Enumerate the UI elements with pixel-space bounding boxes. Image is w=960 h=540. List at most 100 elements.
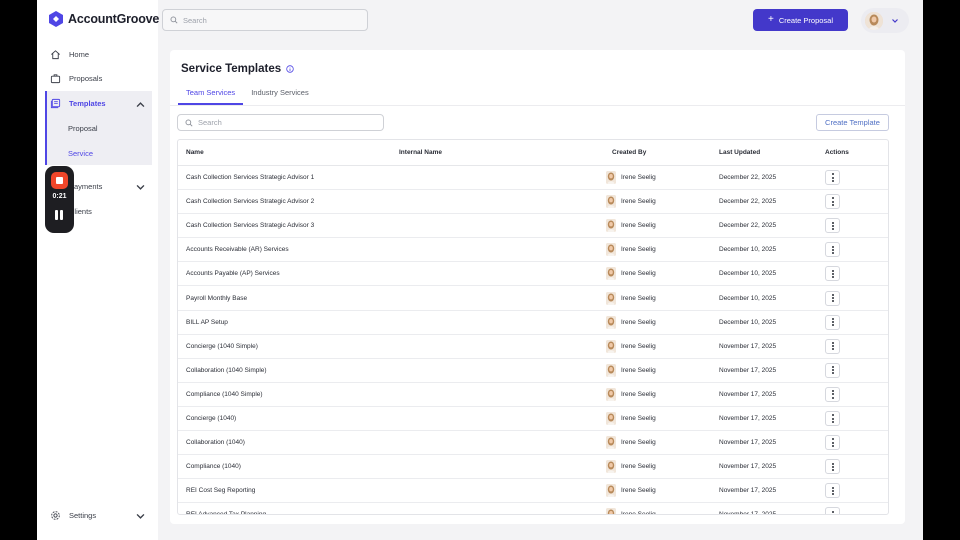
created-by: Irene Seelig xyxy=(606,484,656,498)
avatar xyxy=(606,484,616,498)
table-row[interactable]: REI Cost Seg Reporting Irene Seelig Novemb… xyxy=(178,479,888,504)
sidebar-item-label: Settings xyxy=(69,510,97,520)
creator-name: Irene Seelig xyxy=(621,318,656,326)
avatar xyxy=(606,339,616,353)
row-actions-button[interactable] xyxy=(825,242,840,258)
template-name[interactable]: BILL AP Setup xyxy=(186,319,228,326)
create-proposal-button[interactable]: + Create Proposal xyxy=(753,9,848,31)
sidebar-item-label: Proposals xyxy=(69,73,103,83)
template-name[interactable]: Cash Collection Services Strategic Advis… xyxy=(186,174,314,181)
template-name[interactable]: Compliance (1040) xyxy=(186,463,241,470)
create-template-button[interactable]: Create Template xyxy=(816,114,889,131)
last-updated: December 10, 2025 xyxy=(719,270,777,278)
sidebar-item-settings[interactable]: Settings xyxy=(46,503,152,527)
kebab-icon xyxy=(831,197,834,200)
row-actions-button[interactable] xyxy=(825,218,840,234)
last-updated: November 17, 2025 xyxy=(719,342,777,350)
logo[interactable]: AccountGroove xyxy=(49,11,159,27)
stop-recording-button[interactable] xyxy=(51,172,68,189)
table-row[interactable]: Concierge (1040 Simple) Irene Seelig Novem… xyxy=(178,335,888,359)
sidebar-subitem-service[interactable]: Service xyxy=(68,149,93,158)
logo-icon xyxy=(49,11,63,27)
template-name[interactable]: Accounts Payable (AP) Services xyxy=(186,270,280,277)
template-name[interactable]: Concierge (1040 Simple) xyxy=(186,343,258,350)
tab-team-services[interactable]: Team Services xyxy=(178,83,244,105)
row-actions-button[interactable] xyxy=(825,290,840,306)
row-actions-button[interactable] xyxy=(825,507,840,514)
row-actions-button[interactable] xyxy=(825,435,840,451)
template-name[interactable]: Cash Collection Services Strategic Advis… xyxy=(186,198,314,205)
table-row[interactable]: Collaboration (1040 Simple) Irene Seelig N… xyxy=(178,359,888,383)
sidebar-item-home[interactable]: Home xyxy=(46,42,152,66)
avatar xyxy=(606,171,616,184)
info-icon[interactable] xyxy=(286,65,294,73)
table-row[interactable]: Cash Collection Services Strategic Advis… xyxy=(178,166,888,190)
row-actions-button[interactable] xyxy=(825,194,840,210)
kebab-icon xyxy=(831,390,834,393)
created-by: Irene Seelig xyxy=(606,171,656,184)
row-actions-button[interactable] xyxy=(825,314,840,330)
search-icon xyxy=(170,16,178,24)
kebab-icon xyxy=(831,221,834,224)
row-actions-button[interactable] xyxy=(825,338,840,354)
template-name[interactable]: Cash Collection Services Strategic Advis… xyxy=(186,222,314,229)
row-actions-button[interactable] xyxy=(825,459,840,475)
kebab-icon xyxy=(831,342,834,344)
column-header-name[interactable]: Name xyxy=(186,149,204,156)
table-row[interactable]: Concierge (1040) Irene Seelig November 17,… xyxy=(178,407,888,431)
last-updated: December 22, 2025 xyxy=(719,222,777,230)
table-row[interactable]: Payroll Monthly Base Irene Seelig December… xyxy=(178,287,888,311)
avatar xyxy=(606,291,616,305)
template-name[interactable]: Compliance (1040 Simple) xyxy=(186,391,263,398)
table-row[interactable]: Compliance (1040) Irene Seelig November 17… xyxy=(178,455,888,480)
column-header-last-updated[interactable]: Last Updated xyxy=(719,149,760,156)
sidebar-item-templates[interactable]: Templates xyxy=(46,91,152,115)
template-name[interactable]: REI Cost Seg Reporting xyxy=(186,487,255,494)
last-updated: December 10, 2025 xyxy=(719,294,777,302)
table-row[interactable]: Accounts Receivable (AR) Services Irene S… xyxy=(178,238,888,263)
app-name: AccountGroove xyxy=(68,12,160,26)
row-actions-button[interactable] xyxy=(825,170,840,185)
creator-name: Irene Seelig xyxy=(621,390,656,398)
row-actions-button[interactable] xyxy=(825,411,840,426)
template-name[interactable]: Concierge (1040) xyxy=(186,415,236,422)
avatar xyxy=(606,315,616,329)
table-row[interactable]: REI Advanced Tax Planning Irene Seelig Nov… xyxy=(178,503,888,514)
template-name[interactable]: Collaboration (1040 Simple) xyxy=(186,367,267,374)
created-by: Irene Seelig xyxy=(606,243,656,257)
sidebar-subitem-proposal[interactable]: Proposal xyxy=(68,124,98,133)
templates-icon xyxy=(50,98,61,108)
tab-industry-services[interactable]: Industry Services xyxy=(243,83,317,105)
template-name[interactable]: Payroll Monthly Base xyxy=(186,295,247,302)
table-row[interactable]: Collaboration (1040) Irene Seelig November… xyxy=(178,431,888,456)
creator-name: Irene Seelig xyxy=(621,294,656,302)
sidebar-item-proposals[interactable]: Proposals xyxy=(46,66,152,90)
template-name[interactable]: REI Advanced Tax Planning xyxy=(186,511,266,514)
avatar xyxy=(606,219,616,233)
template-name[interactable]: Collaboration (1040) xyxy=(186,439,245,446)
column-header-created-by[interactable]: Created By xyxy=(612,149,646,156)
last-updated: November 17, 2025 xyxy=(719,487,777,495)
creator-name: Irene Seelig xyxy=(621,174,656,181)
template-name[interactable]: Accounts Receivable (AR) Services xyxy=(186,246,289,253)
column-header-internal-name[interactable]: Internal Name xyxy=(399,149,442,156)
row-actions-button[interactable] xyxy=(825,483,840,499)
screen-recorder: 0:21 xyxy=(45,166,74,233)
created-by: Irene Seelig xyxy=(606,291,656,305)
table-row[interactable]: BILL AP Setup Irene Seelig December 10, 20… xyxy=(178,311,888,335)
row-actions-button[interactable] xyxy=(825,362,840,378)
created-by: Irene Seelig xyxy=(606,315,656,329)
row-actions-button[interactable] xyxy=(825,386,840,402)
pause-icon[interactable] xyxy=(55,210,64,220)
table-row[interactable]: Cash Collection Services Strategic Advis… xyxy=(178,190,888,215)
table-row[interactable]: Cash Collection Services Strategic Advis… xyxy=(178,214,888,239)
template-search-input[interactable] xyxy=(198,118,368,127)
global-search-input[interactable] xyxy=(183,15,353,25)
table-row[interactable]: Accounts Payable (AP) Services Irene Seel… xyxy=(178,262,888,287)
kebab-icon xyxy=(831,245,834,248)
created-by: Irene Seelig xyxy=(606,508,656,514)
created-by: Irene Seelig xyxy=(606,387,656,401)
table-row[interactable]: Compliance (1040 Simple) Irene Seelig Nove… xyxy=(178,383,888,407)
row-actions-button[interactable] xyxy=(825,266,840,282)
user-menu[interactable] xyxy=(861,8,909,33)
